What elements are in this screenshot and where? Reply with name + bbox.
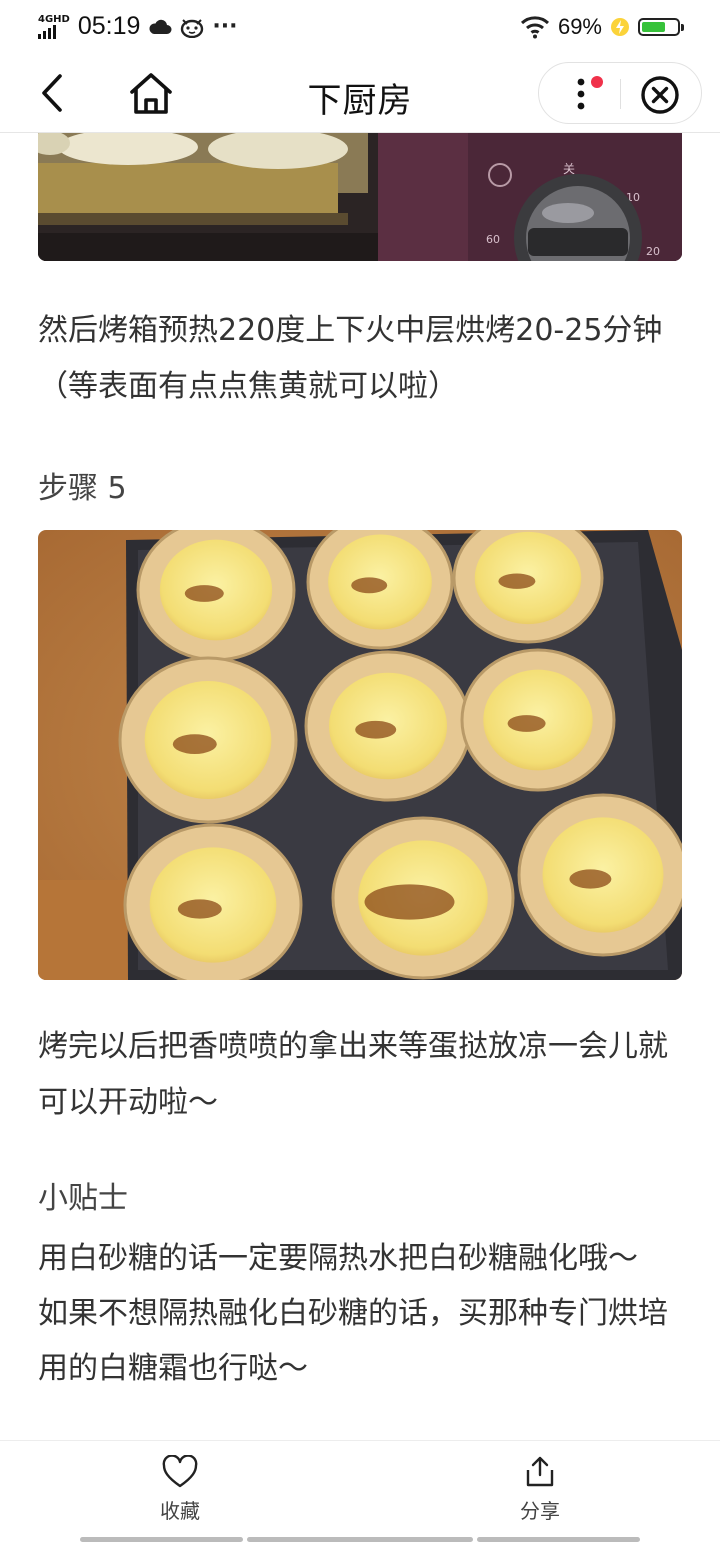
more-options-icon[interactable]: [569, 73, 609, 115]
step-4-oven-photo: 关 10 20 60: [38, 133, 682, 261]
network-type: 4GHD: [38, 13, 70, 25]
tips-text: 用白砂糖的话一定要隔热水把白砂糖融化哦～ 如果不想隔热融化白砂糖的话，买那种专门…: [38, 1241, 668, 1386]
wifi-icon: [520, 16, 549, 39]
egg-tart-caramelized-spot: [172, 734, 217, 754]
mini-program-capsule: [538, 62, 702, 124]
svg-text:关: 关: [563, 162, 575, 176]
cloud-icon: [149, 19, 172, 34]
battery-percentage: 69%: [557, 14, 602, 39]
share-label: 分享: [520, 1499, 560, 1523]
gesture-bar-right: [477, 1537, 640, 1542]
bottom-action-bar: 收藏 分享: [0, 1440, 720, 1545]
capsule-divider: [620, 79, 621, 109]
favorite-label: 收藏: [160, 1499, 200, 1523]
cellular-signal-icon: 4GHD: [38, 13, 70, 39]
clock: 05:19: [77, 12, 141, 40]
heart-icon: [162, 1455, 198, 1488]
egg-tart-caramelized-spot: [364, 884, 455, 920]
egg-tart-caramelized-spot: [507, 715, 546, 732]
egg-tart-caramelized-spot: [184, 585, 224, 602]
svg-text:20: 20: [646, 245, 660, 258]
egg-tart-caramelized-spot: [498, 573, 536, 589]
status-left: 4GHD 05:19 ···: [38, 12, 237, 41]
egg-tart-caramelized-spot: [351, 577, 388, 594]
cat-face-icon: [181, 18, 204, 38]
share-icon: [526, 1456, 554, 1487]
step-5-heading: 步骤 5: [38, 471, 127, 506]
status-bar: 4GHD 05:19 ··· 69%: [0, 0, 720, 56]
egg-tart-caramelized-spot: [569, 869, 612, 889]
tips-heading: 小贴士: [38, 1181, 128, 1216]
svg-text:60: 60: [486, 233, 500, 246]
step-5-text: 烤完以后把香喷喷的拿出来等蛋挞放凉一会儿就可以开动啦～: [38, 1029, 668, 1120]
egg-tart-caramelized-spot: [177, 899, 222, 919]
charging-icon: [611, 18, 629, 36]
gesture-bar-left: [80, 1537, 243, 1542]
egg-tart-caramelized-spot: [355, 720, 397, 739]
status-right: 69%: [520, 14, 684, 40]
navigation-bar: 下厨房: [0, 56, 720, 133]
battery-icon: [638, 18, 684, 36]
gesture-bar-center: [247, 1537, 473, 1542]
step-5-egg-tarts-photo: [38, 530, 682, 980]
share-button[interactable]: 分享: [480, 1455, 600, 1524]
favorite-button[interactable]: 收藏: [120, 1455, 240, 1524]
close-icon[interactable]: [639, 74, 681, 116]
step-4-text: 然后烤箱预热220度上下火中层烘烤20-25分钟（等表面有点点焦黄就可以啦）: [38, 313, 663, 404]
more-notifications-indicator: ···: [212, 14, 238, 39]
